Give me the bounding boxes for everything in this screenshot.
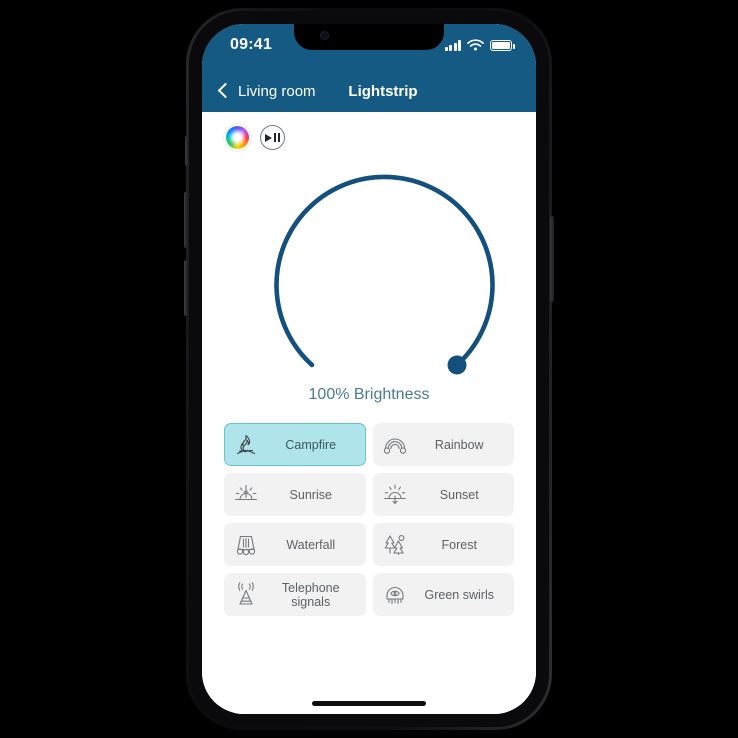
preset-tile-rainbow[interactable]: Rainbow	[372, 423, 514, 466]
preset-label: Forest	[441, 537, 477, 552]
preset-label: Campfire	[285, 437, 337, 452]
silent-switch-button[interactable]	[185, 136, 189, 166]
sunrise-icon	[231, 480, 261, 510]
forest-icon	[380, 530, 410, 560]
content-area: 100% Brightness Campfire Rainbow Sunrise…	[202, 112, 536, 714]
antenna-tower-icon	[231, 580, 261, 610]
wifi-icon	[467, 39, 484, 51]
preset-grid: Campfire Rainbow Sunrise Sunset Waterfal…	[224, 423, 514, 616]
notch	[294, 24, 444, 50]
preset-label: Waterfall	[286, 537, 336, 552]
preset-tile-green-swirls[interactable]: Green swirls	[372, 573, 514, 616]
status-bar: 09:41	[202, 24, 536, 70]
preset-label: Sunset	[439, 487, 479, 502]
campfire-icon	[231, 430, 261, 460]
power-button[interactable]	[550, 216, 554, 302]
preset-label: Green swirls	[424, 587, 494, 602]
nav-bar: Living room Lightstrip	[202, 70, 536, 112]
page-title: Lightstrip	[348, 82, 418, 100]
cellular-signal-icon	[444, 40, 461, 51]
volume-up-button[interactable]	[184, 192, 188, 248]
dial-knob[interactable]	[447, 355, 467, 375]
preset-tile-forest[interactable]: Forest	[372, 523, 514, 566]
dial-track	[274, 174, 495, 368]
play-pause-icon[interactable]	[260, 125, 285, 150]
preset-tile-campfire[interactable]: Campfire	[224, 423, 366, 466]
front-camera-icon	[320, 31, 329, 40]
status-time: 09:41	[230, 36, 272, 53]
quick-actions	[226, 125, 285, 150]
rainbow-icon	[380, 430, 410, 460]
preset-tile-sunset[interactable]: Sunset	[372, 473, 514, 516]
play-triangle	[265, 133, 273, 142]
preset-tile-sunrise[interactable]: Sunrise	[224, 473, 366, 516]
waterfall-icon	[231, 530, 261, 560]
pause-bars	[273, 133, 280, 142]
phone-screen: 09:41 Living room Lightstrip 100% Bright…	[202, 24, 536, 714]
jellyfish-icon	[380, 580, 410, 610]
preset-tile-telephone-signals[interactable]: Telephone signals	[224, 573, 366, 616]
phone-frame: 09:41 Living room Lightstrip 100% Bright…	[184, 8, 554, 730]
brightness-dial[interactable]	[202, 148, 536, 384]
brightness-label: 100% Brightness	[308, 386, 430, 403]
status-icons	[444, 39, 515, 51]
battery-icon	[490, 40, 515, 51]
preset-label: Rainbow	[434, 437, 484, 452]
sunset-icon	[380, 480, 410, 510]
preset-label: Telephone signals	[281, 580, 340, 609]
preset-label: Sunrise	[289, 487, 332, 502]
home-indicator	[312, 701, 426, 706]
preset-tile-waterfall[interactable]: Waterfall	[224, 523, 366, 566]
volume-down-button[interactable]	[184, 260, 188, 316]
color-wheel-icon[interactable]	[226, 126, 249, 149]
